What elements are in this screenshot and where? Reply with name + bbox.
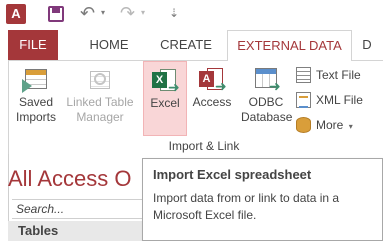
ribbon-tabs: FILE HOME CREATE EXTERNAL DATA D [0, 30, 383, 61]
excel-badge: X [152, 72, 167, 88]
import-arrow-icon: ➜ [269, 79, 281, 95]
access-icon: A ➜ [197, 67, 227, 95]
xml-file-icon [296, 92, 311, 108]
saved-imports-label-line2: Imports [15, 110, 56, 124]
linked-table-manager-label-line1: Linked Table [66, 95, 134, 109]
tab-home[interactable]: HOME [79, 30, 139, 60]
redo-icon[interactable]: ↷ [120, 3, 135, 24]
excel-icon: X ➜ [150, 68, 180, 96]
undo-dropdown-icon[interactable]: ▾ [101, 8, 105, 17]
linked-table-manager-icon [84, 67, 116, 93]
tab-database-tools-partial[interactable]: D [357, 30, 377, 60]
import-excel-button[interactable]: X ➜ Excel [143, 61, 187, 136]
excel-import-tooltip: Import Excel spreadsheet Import data fro… [142, 158, 383, 241]
text-file-icon [296, 67, 311, 83]
section-label-tables: Tables [18, 223, 59, 238]
navigation-pane-title[interactable]: All Access O [8, 166, 131, 192]
customize-toolbar-icon[interactable]: ⇣ [169, 6, 179, 20]
linked-table-manager-button[interactable]: Linked Table Manager [61, 67, 139, 125]
odbc-database-icon: ➜ [251, 67, 281, 95]
text-file-button[interactable]: Text File [296, 65, 383, 90]
tab-create[interactable]: CREATE [154, 30, 218, 60]
undo-icon[interactable]: ↶ [80, 3, 95, 24]
odbc-database-button[interactable]: ➜ ODBC Database [241, 67, 293, 125]
import-arrow-icon: ➜ [215, 79, 227, 95]
database-more-icon [296, 117, 311, 133]
tab-external-data[interactable]: EXTERNAL DATA [227, 30, 352, 61]
save-icon[interactable] [48, 6, 64, 22]
search-placeholder: Search... [16, 202, 65, 216]
navigation-search-input[interactable]: Search... [12, 199, 148, 219]
import-arrow-icon: ➜ [168, 80, 180, 96]
access-badge: A [199, 71, 214, 87]
saved-imports-icon [21, 67, 51, 93]
quick-access-toolbar: A ↶ ▾ ↷ ▾ ⇣ [0, 0, 383, 30]
tooltip-body: Import data from or link to data in a Mi… [153, 191, 340, 222]
navigation-section-tables[interactable]: Tables [8, 221, 148, 241]
more-button[interactable]: More ▾ [296, 115, 383, 140]
access-label: Access [192, 95, 232, 109]
small-import-buttons: Text File XML File More ▾ [296, 65, 383, 140]
saved-imports-button[interactable]: Saved Imports [11, 67, 61, 125]
xml-file-label: XML File [316, 93, 363, 107]
ribbon-panel: Saved Imports Linked Table Manager X ➜ E… [8, 60, 383, 154]
odbc-label-line2: Database [241, 110, 293, 124]
tooltip-title: Import Excel spreadsheet [153, 167, 312, 182]
saved-imports-label-line1: Saved [18, 95, 54, 109]
chevron-down-icon: ▾ [348, 122, 353, 131]
access-app-icon[interactable]: A [6, 4, 26, 24]
more-label: More [316, 118, 344, 132]
text-file-label: Text File [316, 68, 361, 82]
odbc-label-line1: ODBC [248, 95, 284, 109]
import-access-button[interactable]: A ➜ Access [189, 67, 235, 110]
excel-label: Excel [150, 96, 180, 110]
linked-table-manager-label-line2: Manager [76, 110, 124, 124]
redo-dropdown-icon[interactable]: ▾ [141, 8, 145, 17]
tab-file[interactable]: FILE [8, 30, 58, 60]
xml-file-button[interactable]: XML File [296, 90, 383, 115]
group-label-import-link: Import & Link [168, 139, 240, 153]
